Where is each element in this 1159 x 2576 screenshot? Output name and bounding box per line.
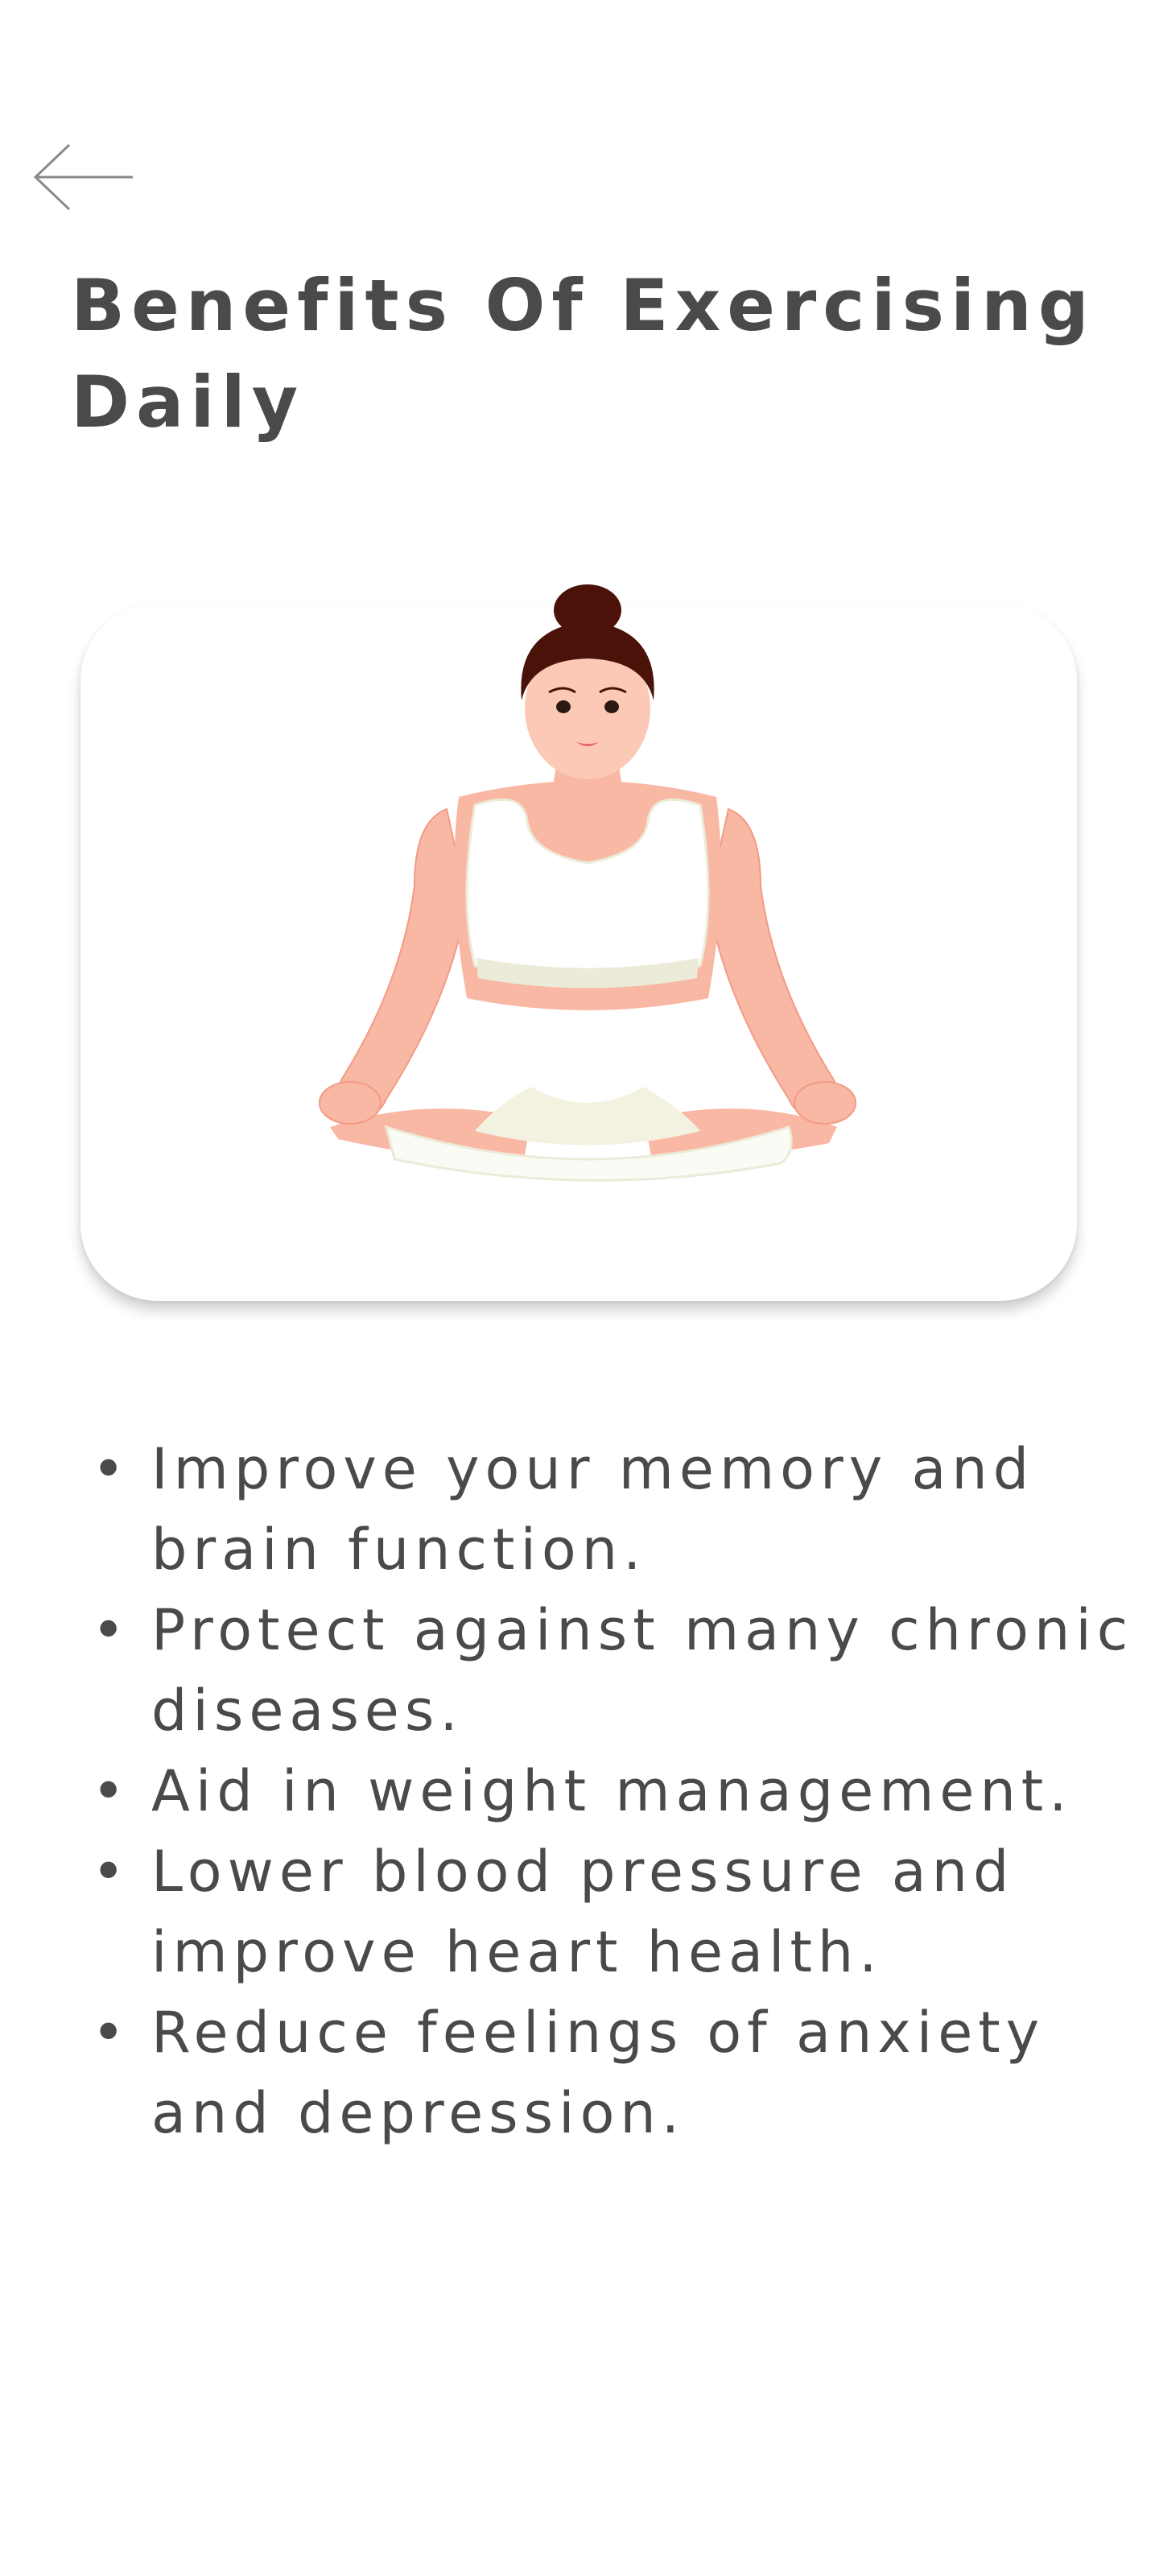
bullet: •: [92, 2000, 131, 2066]
benefit-text: Lower blood pressure and improve heart h…: [151, 1839, 1015, 1985]
list-item: • Aid in weight management.: [80, 1751, 1141, 1831]
meditating-woman-illustration: [319, 584, 856, 1182]
list-item: • Lower blood pressure and improve heart …: [80, 1831, 1141, 1992]
benefit-text: Aid in weight management.: [151, 1758, 1073, 1824]
bullet: •: [92, 1758, 131, 1824]
legs: [330, 1087, 837, 1182]
benefits-list: • Improve your memory and brain function.…: [80, 1429, 1128, 2153]
page-title: Benefits Of Exercising Daily: [71, 264, 1095, 444]
bullet: •: [92, 1597, 131, 1663]
benefit-text: Improve your memory and brain function.: [151, 1436, 1035, 1583]
torso: [454, 781, 721, 1010]
bullet: •: [92, 1436, 131, 1502]
benefit-text: Reduce feelings of anxiety and depressio…: [151, 2000, 1046, 2146]
back-button[interactable]: [32, 137, 137, 217]
list-item: • Protect against many chronic diseases.: [80, 1590, 1141, 1751]
list-item: • Improve your memory and brain function.: [80, 1429, 1141, 1590]
benefit-text: Protect against many chronic diseases.: [151, 1597, 1134, 1744]
head: [521, 584, 654, 779]
bullet: •: [92, 1839, 131, 1905]
arrow-left-icon: [33, 143, 133, 211]
list-item: • Reduce feelings of anxiety and depressi…: [80, 1992, 1141, 2153]
